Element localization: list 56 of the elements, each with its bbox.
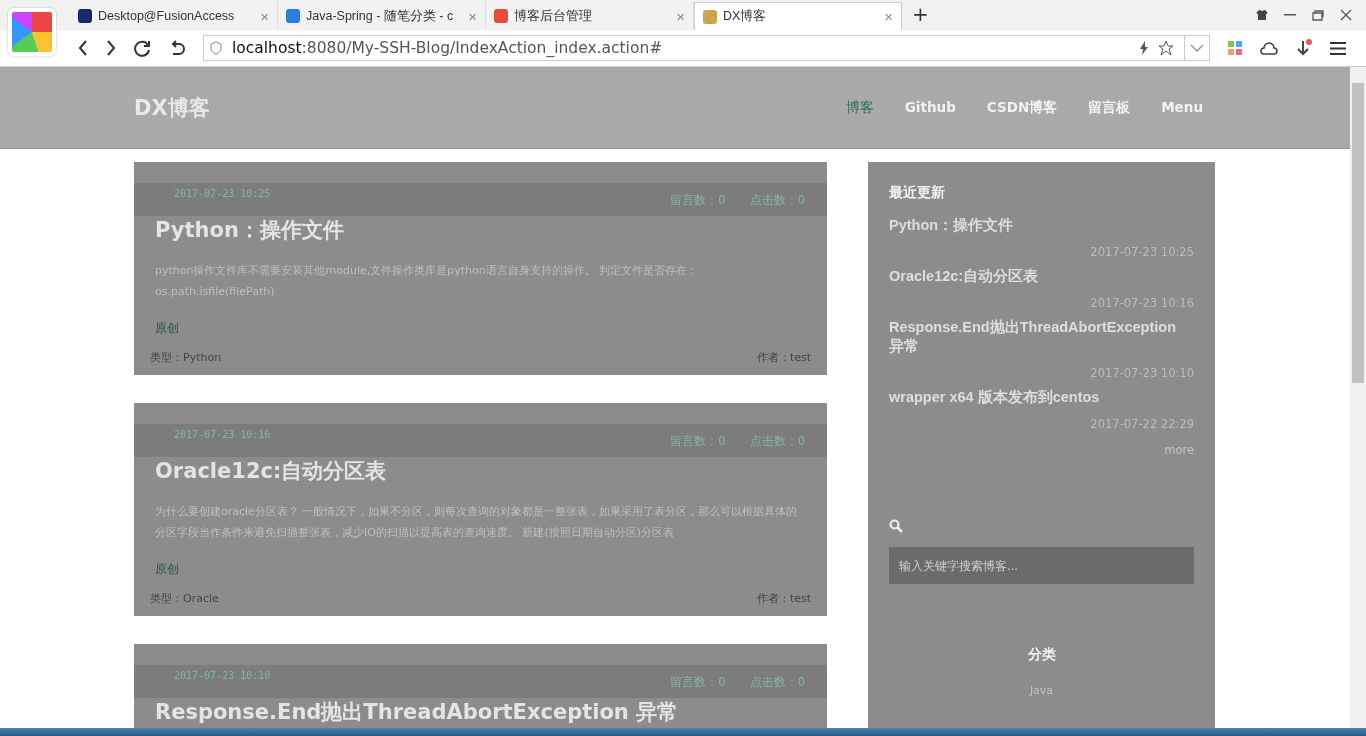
recent-post-link[interactable]: Oracle12c:自动分区表 [889,267,1194,286]
browser-tab[interactable]: DX博客 × [694,2,902,30]
scrollbar[interactable] [1350,67,1366,728]
close-icon[interactable]: × [260,7,269,25]
shirt-icon[interactable] [1256,10,1268,20]
post-type: 类型：Python [150,350,222,365]
post-date: 2017-07-23 10:10 [174,670,271,683]
download-icon[interactable] [1296,39,1312,57]
post-date: 2017-07-23 10:16 [174,429,271,442]
shield-icon [210,41,222,55]
chevron-down-icon[interactable] [1190,44,1204,52]
apps-icon[interactable] [1228,41,1242,55]
maximize-icon[interactable] [1312,9,1324,21]
section-heading: 最近更新 [889,184,946,202]
new-tab-button[interactable]: + [902,2,939,30]
address-field[interactable]: localhost:8080/My-SSH-Blog/IndexAction_index.action# [203,35,1210,61]
recent-post-link[interactable]: Response.End抛出ThreadAbortException 异常 [889,318,1194,356]
nav-link[interactable]: 博客 [845,98,874,117]
post-tag[interactable]: 原创 [134,561,827,578]
nav-link[interactable]: Github [904,98,956,117]
post-author: 作者：test [756,350,811,365]
recent-post-link[interactable]: Python：操作文件 [889,216,1194,235]
recent-post-link[interactable]: wrapper x64 版本发布到centos [889,388,1194,407]
search-icon [889,519,903,533]
post-type: 类型：Oracle [150,591,219,606]
close-icon[interactable]: × [468,7,477,25]
favicon-icon [286,9,300,23]
close-icon[interactable] [1340,9,1352,21]
nav-link[interactable]: Menu [1161,98,1203,117]
favicon-icon [703,9,717,24]
favicon-icon [494,9,508,23]
section-heading: 分类 [1026,646,1057,664]
scrollbar-thumb[interactable] [1352,83,1364,383]
nav-link[interactable]: 留言板 [1088,98,1131,117]
favicon-icon [78,9,92,23]
forward-icon[interactable] [106,40,116,56]
minimize-icon[interactable] [1284,14,1296,16]
reload-icon[interactable] [134,39,151,57]
post-title[interactable]: Response.End抛出ThreadAbortException 异常 [134,698,827,726]
lightning-icon[interactable] [1140,41,1148,55]
nav-link[interactable]: CSDN博客 [986,98,1058,117]
post-tag[interactable]: 原创 [134,320,827,337]
menu-icon[interactable] [1330,41,1346,55]
close-icon[interactable]: × [884,8,893,25]
search-field[interactable]: 输入关键字搜索博客... [889,547,1194,584]
post-date: 2017-07-23 10:25 [174,188,271,201]
back-icon[interactable] [78,40,88,56]
cloud-icon[interactable] [1260,41,1278,55]
star-icon[interactable] [1158,40,1174,56]
post-author: 作者：test [756,591,811,606]
post-title[interactable]: Oracle12c:自动分区表 [134,457,827,485]
site-logo[interactable]: DX博客 [134,93,210,122]
close-icon[interactable]: × [676,7,685,25]
post-title[interactable]: Python：操作文件 [134,216,827,244]
undo-icon[interactable] [169,40,185,56]
more-link[interactable]: more [1164,443,1194,457]
